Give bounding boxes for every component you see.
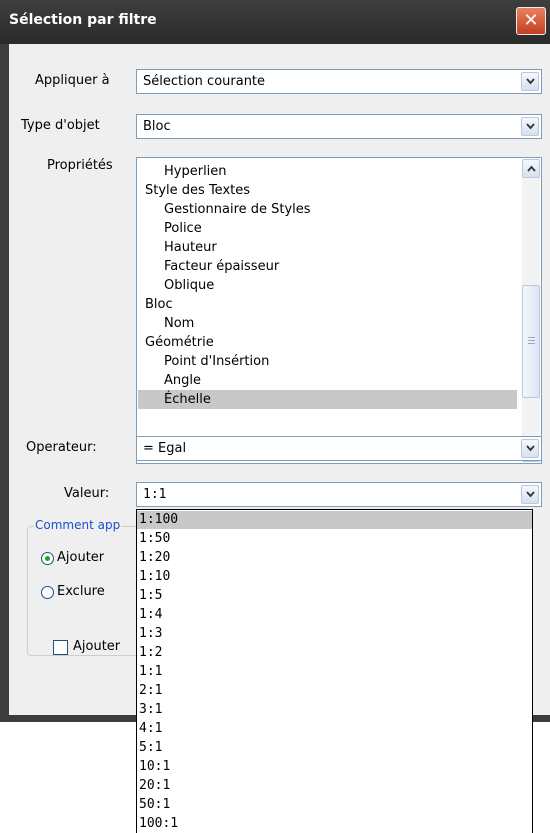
property-item[interactable]: Bloc: [145, 295, 173, 314]
grip-line: [528, 337, 535, 338]
chevron-down-icon[interactable]: [521, 485, 539, 504]
value-option[interactable]: 1:5: [137, 587, 532, 605]
value-option[interactable]: 1:50: [137, 530, 532, 548]
value-option[interactable]: 1:100: [137, 511, 532, 529]
object-type-label: Type d'objet: [21, 118, 100, 133]
operator-value: = Egal: [143, 441, 187, 456]
chevron-down-icon[interactable]: [521, 439, 539, 458]
value-label: Valeur:: [64, 486, 110, 501]
property-item[interactable]: Échelle: [138, 390, 517, 409]
property-item[interactable]: Géométrie: [145, 333, 214, 352]
property-item[interactable]: Point d'Insértion: [164, 352, 269, 371]
value-option[interactable]: 5:1: [137, 739, 532, 757]
property-item[interactable]: Style des Textes: [145, 181, 250, 200]
value-option[interactable]: 100:1: [137, 815, 532, 833]
operator-combo[interactable]: = Egal: [136, 436, 542, 461]
add-checkbox[interactable]: [53, 640, 68, 655]
how-to-apply-label: Comment app: [34, 518, 122, 532]
value-option[interactable]: 1:3: [137, 625, 532, 643]
close-icon: ✕: [523, 10, 539, 31]
value-input[interactable]: 1:1: [143, 487, 166, 502]
title-bar[interactable]: Sélection par filtre ✕: [0, 0, 550, 44]
value-option[interactable]: 1:1: [137, 663, 532, 681]
properties-list[interactable]: Hyperlien Style des Textes Gestionnaire de…: [136, 157, 542, 464]
value-option[interactable]: 4:1: [137, 720, 532, 738]
apply-to-label: Appliquer à: [35, 73, 110, 88]
grip-line: [528, 343, 535, 344]
value-option[interactable]: 1:4: [137, 606, 532, 624]
value-option[interactable]: 1:10: [137, 568, 532, 586]
value-option[interactable]: 1:20: [137, 549, 532, 567]
value-option[interactable]: 50:1: [137, 796, 532, 814]
apply-to-combo[interactable]: Sélection courante: [136, 69, 542, 94]
property-item[interactable]: Angle: [164, 371, 201, 390]
chevron-up-icon[interactable]: [522, 159, 540, 178]
apply-to-value: Sélection courante: [143, 74, 266, 89]
value-dropdown-list[interactable]: 1:100 1:50 1:20 1:10 1:5 1:4 1:3 1:2 1:1 2:1 3:1 4:…: [136, 509, 533, 833]
value-option[interactable]: 20:1: [137, 777, 532, 795]
value-option[interactable]: 2:1: [137, 682, 532, 700]
object-type-value: Bloc: [143, 119, 171, 134]
value-option[interactable]: 1:2: [137, 644, 532, 662]
exclude-radio[interactable]: [41, 586, 54, 599]
add-checkbox-label[interactable]: Ajouter: [73, 639, 120, 654]
value-option[interactable]: 3:1: [137, 701, 532, 719]
chevron-down-icon[interactable]: [521, 72, 539, 91]
value-option[interactable]: 10:1: [137, 758, 532, 776]
properties-scrollbar[interactable]: [522, 159, 540, 462]
property-item[interactable]: Facteur épaisseur: [164, 257, 279, 276]
property-item[interactable]: Hauteur: [164, 238, 217, 257]
property-item[interactable]: Oblique: [164, 276, 214, 295]
properties-label: Propriétés: [47, 158, 113, 173]
value-combo[interactable]: 1:1: [136, 482, 542, 507]
scroll-thumb[interactable]: [522, 285, 540, 398]
property-item[interactable]: Nom: [164, 314, 194, 333]
chevron-down-icon[interactable]: [521, 117, 539, 136]
property-item[interactable]: Police: [164, 219, 202, 238]
include-label[interactable]: Ajouter: [57, 550, 104, 565]
exclude-label[interactable]: Exclure: [57, 584, 105, 599]
property-item[interactable]: Hyperlien: [164, 162, 227, 181]
window-title: Sélection par filtre: [9, 12, 157, 28]
property-item[interactable]: Gestionnaire de Styles: [164, 200, 311, 219]
grip-line: [528, 340, 535, 341]
object-type-combo[interactable]: Bloc: [136, 114, 542, 139]
operator-label: Operateur:: [26, 440, 97, 455]
close-button[interactable]: ✕: [516, 7, 546, 35]
include-radio[interactable]: [41, 552, 54, 565]
